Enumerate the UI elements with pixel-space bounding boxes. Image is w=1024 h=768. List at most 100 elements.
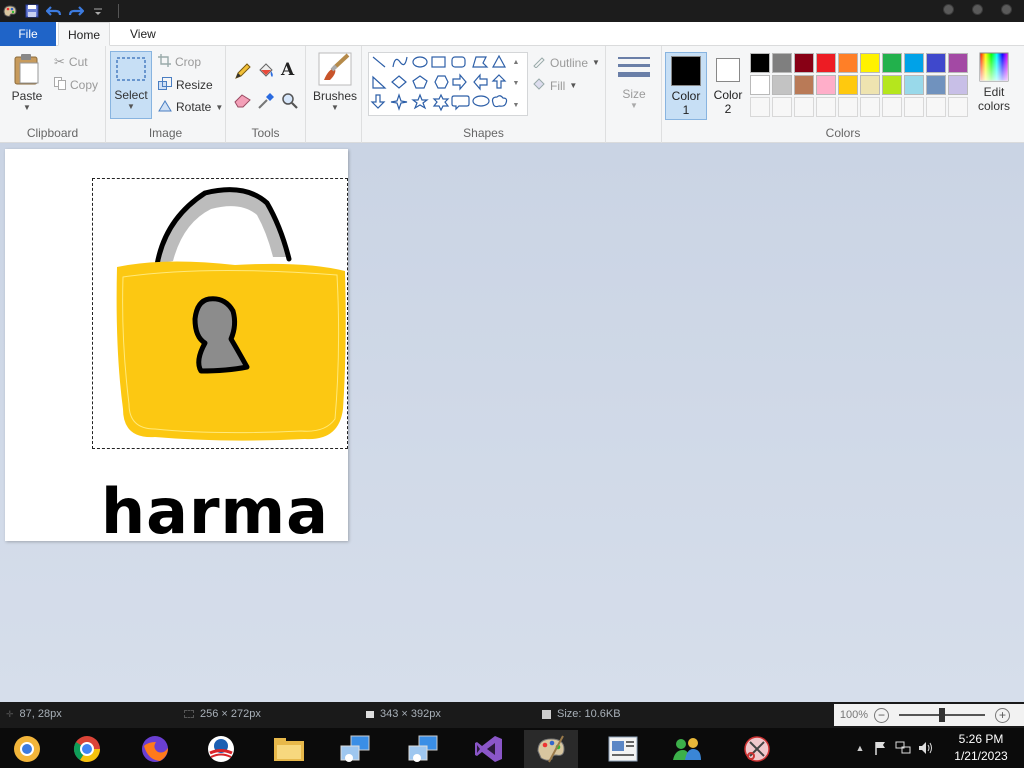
palette-swatch[interactable] xyxy=(838,75,858,95)
palette-swatch[interactable] xyxy=(750,75,770,95)
pencil-tool[interactable] xyxy=(234,62,252,83)
taskbar-paint[interactable] xyxy=(524,730,578,768)
selection-marquee[interactable] xyxy=(92,178,348,449)
zoom-in-button[interactable]: + xyxy=(995,707,1010,723)
palette-swatch[interactable] xyxy=(750,53,770,73)
palette-swatch[interactable] xyxy=(904,53,924,73)
palette-swatch[interactable] xyxy=(772,53,792,73)
size-caret-icon: ▼ xyxy=(630,101,638,110)
taskbar-chrome-canary[interactable] xyxy=(0,730,54,768)
zoom-slider-thumb[interactable] xyxy=(939,708,945,722)
taskbar-people[interactable] xyxy=(660,730,714,768)
custom-color-slot[interactable] xyxy=(816,97,836,117)
resize-button[interactable]: Resize xyxy=(158,77,213,93)
palette-swatch[interactable] xyxy=(904,75,924,95)
snipping-tool-icon xyxy=(744,736,770,762)
palette-swatch[interactable] xyxy=(860,75,880,95)
text-tool[interactable]: A xyxy=(281,60,294,80)
fill-button[interactable]: Fill ▼ xyxy=(532,77,577,94)
taskbar-firefox[interactable] xyxy=(128,730,182,768)
custom-color-slot[interactable] xyxy=(926,97,946,117)
palette-swatch[interactable] xyxy=(948,53,968,73)
crop-button[interactable]: Crop xyxy=(158,54,201,70)
copy-button[interactable]: Copy xyxy=(54,77,98,93)
shapes-scroll[interactable]: ▲ ▼ ▼ xyxy=(510,52,522,116)
show-hidden-icons-icon[interactable]: ▲ xyxy=(850,743,870,753)
flag-icon[interactable] xyxy=(870,741,892,755)
fill-icon xyxy=(532,77,546,94)
undo-icon[interactable] xyxy=(46,3,62,19)
size-button[interactable]: Size ▼ xyxy=(612,54,656,110)
volume-icon[interactable] xyxy=(914,741,938,755)
select-button[interactable]: Select ▼ xyxy=(110,51,152,119)
canvas-workspace[interactable]: harma xyxy=(0,144,1024,702)
eraser-tool[interactable] xyxy=(234,92,252,111)
save-icon[interactable] xyxy=(24,3,40,19)
maximize-button[interactable] xyxy=(972,4,983,15)
quick-access-toolbar xyxy=(0,3,119,19)
palette-swatch[interactable] xyxy=(794,75,814,95)
palette-swatch[interactable] xyxy=(926,53,946,73)
tab-home[interactable]: Home xyxy=(58,22,110,46)
paste-button[interactable]: Paste ▼ xyxy=(8,52,46,112)
shapes-gallery[interactable] xyxy=(368,52,528,116)
brushes-button[interactable]: Brushes ▼ xyxy=(311,52,359,112)
minimize-button[interactable] xyxy=(943,4,954,15)
custom-color-slot[interactable] xyxy=(904,97,924,117)
scroll-more-icon[interactable]: ▼ xyxy=(513,102,520,109)
palette-swatch[interactable] xyxy=(882,75,902,95)
custom-color-slot[interactable] xyxy=(750,97,770,117)
custom-color-slot[interactable] xyxy=(838,97,858,117)
custom-color-slot[interactable] xyxy=(948,97,968,117)
palette-swatch[interactable] xyxy=(926,75,946,95)
rotate-button[interactable]: Rotate ▼ xyxy=(158,99,223,115)
canvas[interactable]: harma xyxy=(5,149,348,548)
color-picker-tool[interactable] xyxy=(257,92,275,113)
color2-button[interactable]: Color 2 xyxy=(707,52,749,120)
five-point-star-shape-icon xyxy=(411,93,429,110)
color1-button[interactable]: Color 1 xyxy=(665,52,707,120)
tools-group-label: Tools xyxy=(251,126,280,140)
taskbar-file-explorer[interactable] xyxy=(262,730,316,768)
customize-qat-icon[interactable] xyxy=(90,3,106,19)
edit-colors-button[interactable]: Edit colors xyxy=(968,52,1020,113)
cut-button[interactable]: ✂ Cut xyxy=(54,54,88,70)
palette-swatch[interactable] xyxy=(860,53,880,73)
taskbar-remote-desktop-1[interactable] xyxy=(328,730,382,768)
palette-swatch[interactable] xyxy=(838,53,858,73)
custom-color-slot[interactable] xyxy=(882,97,902,117)
custom-color-slot[interactable] xyxy=(772,97,792,117)
palette-swatch[interactable] xyxy=(816,53,836,73)
paste-caret-icon: ▼ xyxy=(23,103,31,112)
zoom-out-button[interactable]: − xyxy=(874,707,889,723)
fill-tool[interactable] xyxy=(257,62,275,83)
line-size-icon xyxy=(618,57,650,77)
scroll-down-icon[interactable]: ▼ xyxy=(513,80,520,87)
tab-file[interactable]: File xyxy=(0,22,56,46)
palette-swatch[interactable] xyxy=(794,53,814,73)
paint-app-icon[interactable] xyxy=(2,3,18,19)
palette-swatch[interactable] xyxy=(816,75,836,95)
redo-icon[interactable] xyxy=(68,3,84,19)
custom-color-slot[interactable] xyxy=(794,97,814,117)
text-icon: A xyxy=(281,60,295,80)
taskbar-chrome[interactable] xyxy=(60,730,114,768)
taskbar-visual-studio[interactable] xyxy=(462,730,516,768)
magnifier-tool[interactable] xyxy=(281,92,299,113)
zoom-slider[interactable] xyxy=(899,708,985,722)
palette-swatch[interactable] xyxy=(882,53,902,73)
triangle-shape-icon xyxy=(491,54,507,68)
scroll-up-icon[interactable]: ▲ xyxy=(513,59,520,66)
taskbar-campaign[interactable] xyxy=(194,730,248,768)
custom-color-slot[interactable] xyxy=(860,97,880,117)
network-icon[interactable] xyxy=(892,741,914,755)
palette-swatch[interactable] xyxy=(772,75,792,95)
taskbar-snipping-tool[interactable] xyxy=(730,730,784,768)
tab-view[interactable]: View xyxy=(116,22,170,46)
clock[interactable]: 5:26 PM 1/21/2023 xyxy=(938,731,1024,765)
outline-button[interactable]: Outline ▼ xyxy=(532,54,600,71)
palette-swatch[interactable] xyxy=(948,75,968,95)
taskbar-remote-desktop-2[interactable] xyxy=(396,730,450,768)
close-button[interactable] xyxy=(1001,4,1012,15)
taskbar-document-viewer[interactable] xyxy=(596,730,650,768)
